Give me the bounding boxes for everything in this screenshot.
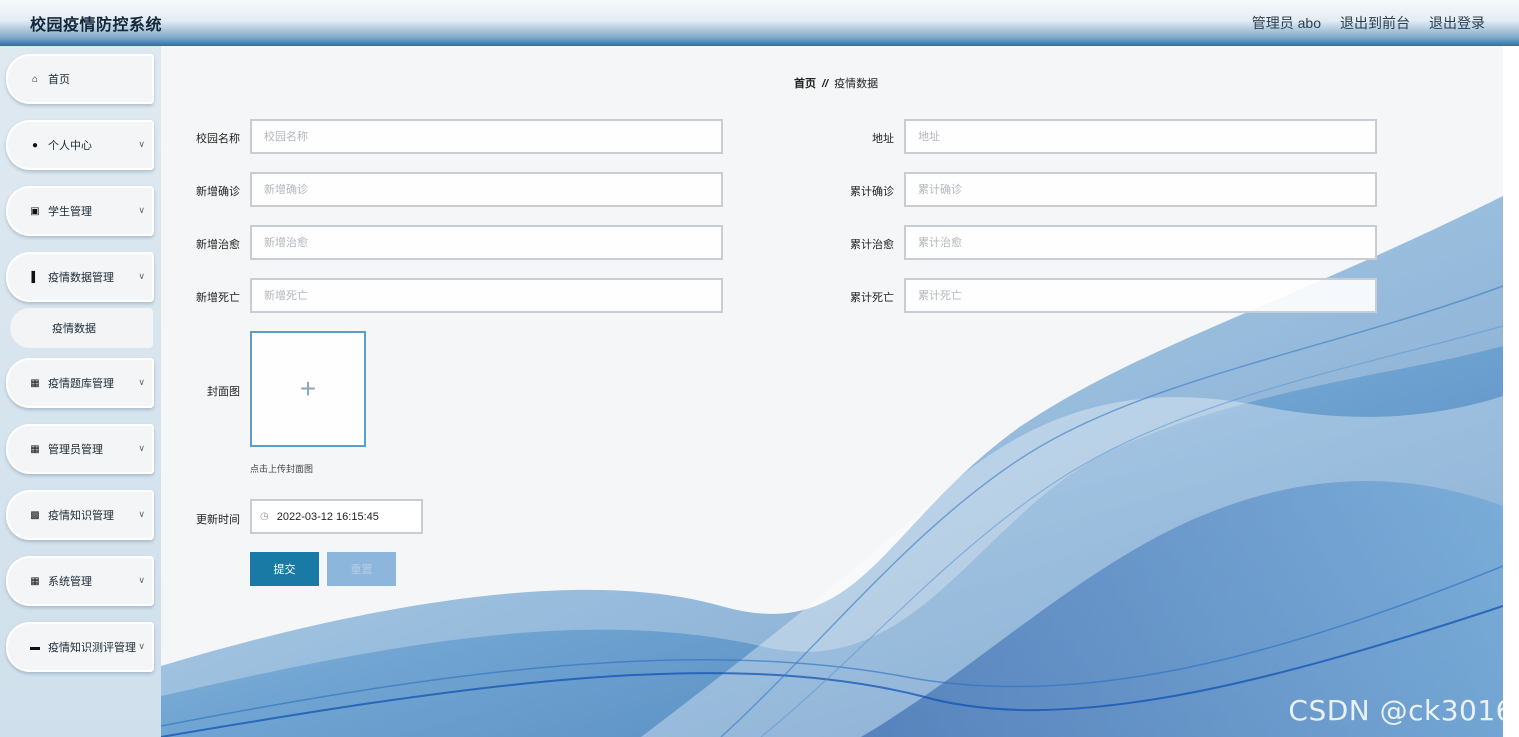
grid-icon: ▦ (30, 575, 40, 587)
sidebar-item-label: 系统管理 (48, 576, 92, 588)
chevron-down-icon: ∨ (138, 509, 145, 519)
top-bar: 校园疫情防控系统 管理员 abo 退出到前台 退出登录 (0, 0, 1519, 46)
total-confirmed-input[interactable] (904, 172, 1377, 207)
school-name-input[interactable] (250, 119, 723, 154)
grid-icon: ▦ (30, 443, 40, 455)
sidebar-item-personal-center[interactable]: ● 个人中心 ∨ (6, 120, 154, 170)
home-icon: ⌂ (31, 73, 39, 85)
exit-to-front-link[interactable]: 退出到前台 (1340, 13, 1410, 33)
chevron-down-icon: ∨ (138, 139, 145, 149)
top-actions: 管理员 abo 退出到前台 退出登录 (1252, 13, 1485, 33)
sidebar-item-student-management[interactable]: ▣ 学生管理 ∨ (6, 186, 154, 236)
sidebar-item-label: 首页 (48, 74, 70, 86)
update-time-value: 2022-03-12 16:15:45 (276, 510, 379, 523)
grid-icon: ▦ (30, 377, 40, 389)
clipboard-icon: ▩ (30, 509, 40, 521)
sidebar-item-question-bank-management[interactable]: ▦ 疫情题库管理 ∨ (6, 358, 154, 408)
school-name-label: 校园名称 (196, 133, 240, 145)
breadcrumb-current: 疫情数据 (834, 78, 879, 90)
total-confirmed-label: 累计确诊 (850, 186, 894, 198)
sidebar-item-label: 疫情知识测评管理 (48, 642, 136, 654)
chevron-down-icon: ∨ (138, 575, 145, 585)
total-deaths-label: 累计死亡 (850, 292, 894, 304)
total-cured-input[interactable] (904, 225, 1377, 260)
new-cured-label: 新增治愈 (196, 239, 240, 251)
chevron-down-icon: ∨ (138, 377, 145, 387)
cover-label: 封面图 (207, 386, 240, 398)
new-cured-input[interactable] (250, 225, 723, 260)
briefcase-icon: ▣ (30, 205, 40, 217)
new-deaths-input[interactable] (250, 278, 723, 313)
chevron-down-icon: ∨ (138, 271, 145, 281)
chevron-down-icon: ∨ (138, 641, 145, 651)
total-cured-label: 累计治愈 (850, 239, 894, 251)
sidebar-item-label: 疫情数据管理 (48, 272, 114, 284)
update-time-label: 更新时间 (196, 514, 240, 526)
sidebar-item-label: 学生管理 (48, 206, 92, 218)
monitor-icon: ▬ (30, 641, 40, 653)
logout-link[interactable]: 退出登录 (1429, 13, 1485, 33)
breadcrumb-home[interactable]: 首页 (794, 78, 816, 90)
watermark: CSDN @ck3016 (1288, 694, 1514, 727)
sidebar-item-label: 管理员管理 (48, 444, 103, 456)
app-title: 校园疫情防控系统 (30, 17, 163, 34)
address-label: 地址 (872, 133, 894, 145)
sidebar-item-label: 个人中心 (48, 140, 92, 152)
submit-button[interactable]: 提交 (250, 552, 319, 586)
bar-chart-icon: ▌ (31, 271, 39, 283)
sidebar-item-knowledge-management[interactable]: ▩ 疫情知识管理 ∨ (6, 490, 154, 540)
sidebar-item-knowledge-assessment-management[interactable]: ▬ 疫情知识测评管理 ∨ (6, 622, 154, 672)
cover-upload-box[interactable]: + (250, 331, 366, 447)
main-content: 首页 // 疫情数据 校园名称 地址 新增确诊 累计确诊 新增治愈 累计治愈 新增死… (161, 46, 1519, 737)
sidebar-item-admin-management[interactable]: ▦ 管理员管理 ∨ (6, 424, 154, 474)
breadcrumb: 首页 // 疫情数据 (794, 75, 878, 91)
sidebar-subitem-epidemic-data[interactable]: 疫情数据 (10, 308, 153, 348)
plus-icon: + (299, 373, 317, 404)
update-time-picker[interactable]: ◷ 2022-03-12 16:15:45 (250, 499, 423, 534)
sidebar-item-epidemic-data-management[interactable]: ▌ 疫情数据管理 ∨ (6, 252, 154, 302)
sidebar-item-home[interactable]: ⌂ 首页 (6, 54, 154, 104)
reset-button[interactable]: 重置 (327, 552, 396, 586)
total-deaths-input[interactable] (904, 278, 1377, 313)
user-icon: ● (31, 139, 39, 151)
breadcrumb-separator: // (822, 78, 829, 90)
sidebar-item-label: 疫情题库管理 (48, 378, 114, 390)
right-edge-strip (1503, 46, 1519, 737)
admin-user-label[interactable]: 管理员 abo (1252, 13, 1321, 33)
new-deaths-label: 新增死亡 (196, 292, 240, 304)
sidebar: ⌂ 首页 ● 个人中心 ∨ ▣ 学生管理 ∨ ▌ 疫情数据管理 ∨ 疫情数据 ▦… (0, 46, 161, 737)
sidebar-subitem-label: 疫情数据 (52, 323, 96, 335)
sidebar-item-system-management[interactable]: ▦ 系统管理 ∨ (6, 556, 154, 606)
cover-upload-hint: 点击上传封面图 (250, 464, 314, 474)
new-confirmed-label: 新增确诊 (196, 186, 240, 198)
address-input[interactable] (904, 119, 1377, 154)
chevron-down-icon: ∨ (138, 443, 145, 453)
chevron-down-icon: ∨ (138, 205, 145, 215)
clock-icon: ◷ (260, 511, 269, 522)
new-confirmed-input[interactable] (250, 172, 723, 207)
sidebar-item-label: 疫情知识管理 (48, 510, 114, 522)
